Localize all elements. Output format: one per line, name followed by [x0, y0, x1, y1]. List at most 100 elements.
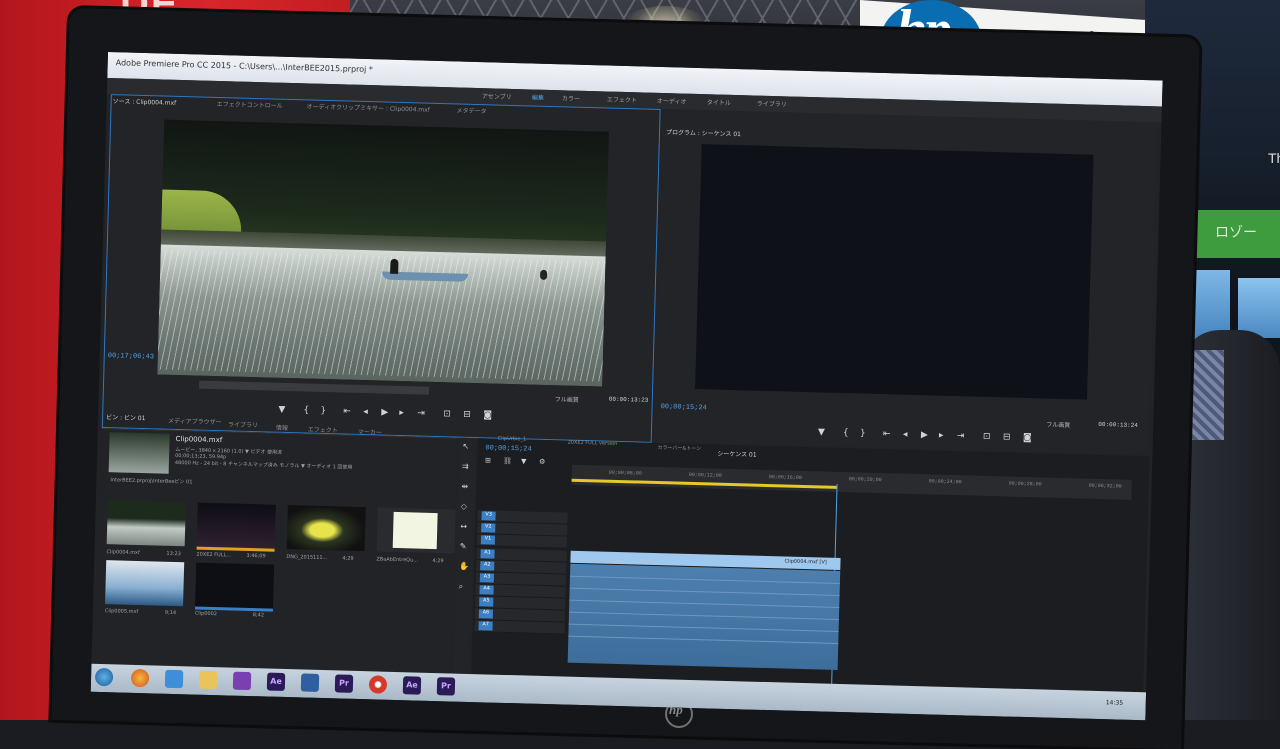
track-label: A5 — [479, 597, 494, 607]
metadata-tab[interactable]: メタデータ — [456, 105, 486, 115]
program-mark-out-icon[interactable]: } — [860, 428, 866, 438]
track-select-tool-icon[interactable]: ⇉ — [462, 462, 469, 471]
program-video-frame — [695, 144, 1094, 400]
info-tab[interactable]: 情報 — [276, 423, 288, 432]
project-item-thumbnail[interactable] — [105, 560, 185, 607]
linked-selection-icon[interactable]: ⛓ — [503, 457, 512, 465]
track-label: V1 — [480, 535, 496, 545]
project-item-thumbnail[interactable] — [286, 505, 366, 552]
project-item-thumbnail[interactable] — [376, 507, 456, 554]
zoom-tool-icon[interactable]: ⌕ — [459, 582, 464, 592]
system-tray-clock[interactable]: 14:35 — [1106, 699, 1123, 706]
project-item-duration: 9;14 — [164, 609, 177, 617]
source-goto-in-icon[interactable]: ⇤ — [343, 406, 351, 416]
source-resolution-select[interactable]: フル画質 — [555, 394, 579, 404]
source-duration: 00:00:13:23 — [608, 395, 649, 404]
program-resolution-select[interactable]: フル画質 — [1046, 420, 1070, 430]
program-extract-icon[interactable]: ⊟ — [1003, 432, 1011, 442]
ruler-timecode: 00;00;28;00 — [1008, 480, 1042, 488]
media-player-icon[interactable] — [232, 671, 252, 691]
source-marker-icon[interactable]: ▼ — [278, 405, 285, 415]
workspace-tab-titles[interactable]: タイトル — [707, 97, 731, 107]
workspace-tab-libraries[interactable]: ライブラリ — [757, 99, 787, 109]
program-goto-in-icon[interactable]: ⇤ — [883, 429, 891, 439]
razor-tool-icon[interactable]: ◇ — [461, 502, 467, 511]
track-label: A7 — [478, 621, 493, 631]
source-overwrite-icon[interactable]: ⊟ — [463, 410, 471, 420]
workspace-tab-assembly[interactable]: アセンブリ — [482, 91, 512, 101]
track-label: V3 — [481, 511, 496, 521]
program-step-forward-icon[interactable]: ▸ — [939, 431, 944, 441]
project-item-duration: 13:23 — [166, 550, 181, 558]
program-play-icon[interactable]: ▶ — [921, 430, 928, 440]
selection-tool-icon[interactable]: ↖ — [462, 442, 469, 451]
project-item-label: Clip0005.mxf — [104, 608, 139, 616]
project-item-thumbnail[interactable] — [194, 562, 275, 612]
track-header-v1[interactable]: V1 — [476, 534, 568, 549]
premiere-pro-icon[interactable]: Pr — [334, 674, 354, 693]
source-step-back-icon[interactable]: ◂ — [363, 407, 368, 417]
project-item-duration: 8;42 — [252, 612, 265, 619]
monitor-screen: Adobe Premiere Pro CC 2015 - C:\Users\..… — [90, 52, 1163, 721]
workspace-tab-audio[interactable]: オーディオ — [657, 96, 687, 106]
project-item-duration: 4;29 — [432, 557, 444, 565]
slip-tool-icon[interactable]: ↔ — [460, 522, 467, 531]
video-rower — [390, 258, 399, 274]
libraries-tab[interactable]: ライブラリ — [228, 419, 258, 429]
project-item-duration: 3:46;09 — [246, 552, 266, 560]
source-video-frame — [157, 119, 610, 387]
timeline-timecode[interactable]: 00;00;15;24 — [485, 444, 531, 453]
project-item-label: 20XE2 FULL... — [196, 551, 232, 559]
source-play-icon[interactable]: ▶ — [381, 408, 388, 418]
green-sign-text: ロゾー — [1215, 224, 1257, 240]
project-item-thumbnail[interactable] — [196, 502, 276, 552]
program-step-back-icon[interactable]: ◂ — [903, 430, 908, 440]
markers-tab[interactable]: マーカー — [358, 427, 382, 437]
after-effects-icon[interactable]: Ae — [266, 672, 286, 692]
program-timecode[interactable]: 00;00;15;24 — [660, 403, 706, 412]
source-export-frame-icon[interactable]: ◙ — [483, 410, 492, 420]
project-item-thumbnail[interactable] — [106, 500, 186, 547]
timeline-tab[interactable]: カラーバー&トーン — [657, 444, 701, 452]
ripple-edit-tool-icon[interactable]: ⇹ — [461, 482, 468, 491]
project-bin-tab[interactable]: ビン : ビン 01 — [106, 412, 146, 422]
premiere-pro-icon-2[interactable]: Pr — [436, 677, 456, 696]
source-insert-icon[interactable]: ⊡ — [443, 409, 451, 419]
program-goto-out-icon[interactable]: ⇥ — [957, 431, 965, 441]
file-explorer-icon[interactable] — [198, 670, 218, 690]
program-export-frame-icon[interactable]: ◙ — [1023, 433, 1032, 443]
track-label: A6 — [478, 609, 494, 619]
program-mark-in-icon[interactable]: { — [843, 428, 849, 438]
source-monitor-tab[interactable]: ソース : Clip0004.mxf — [113, 96, 177, 107]
source-timecode[interactable]: 00;17;06;43 — [108, 352, 154, 361]
pen-tool-icon[interactable]: ✎ — [460, 542, 467, 551]
media-encoder-icon[interactable] — [300, 673, 320, 692]
hand-tool-icon[interactable]: ✋ — [459, 562, 469, 571]
project-item-label: DNG_2015111... — [286, 554, 328, 562]
source-goto-out-icon[interactable]: ⇥ — [417, 409, 425, 419]
source-mark-in-icon[interactable]: { — [303, 405, 309, 415]
after-effects-icon-2[interactable]: Ae — [402, 676, 422, 695]
clip-preview-thumbnail[interactable] — [108, 432, 170, 474]
track-header-a7[interactable]: A7 — [474, 620, 565, 635]
project-item-label: ZBaAbEntreQu... — [376, 556, 419, 564]
workspace-tab-color[interactable]: カラー — [562, 93, 580, 102]
effects-tab[interactable]: エフェクト — [308, 425, 338, 435]
ruler-timecode: 00;00;32;00 — [1088, 482, 1122, 490]
workspace-tab-effects[interactable]: エフェクト — [607, 95, 637, 105]
source-mark-out-icon[interactable]: } — [320, 406, 326, 416]
program-lift-icon[interactable]: ⊡ — [983, 432, 991, 442]
add-marker-icon[interactable]: ▼ — [521, 457, 527, 465]
media-browser-tab[interactable]: メディアブラウザー — [168, 416, 222, 426]
program-marker-icon[interactable]: ▼ — [818, 427, 825, 437]
timeline-settings-icon[interactable]: ⚙ — [539, 458, 545, 466]
timeline-tab-active[interactable]: シーケンス 01 — [717, 449, 756, 459]
source-step-forward-icon[interactable]: ▸ — [399, 408, 404, 418]
internet-explorer-icon[interactable] — [164, 669, 184, 689]
timeline-tab[interactable]: ClipUrbie_1 — [498, 436, 527, 443]
snap-icon[interactable]: ⊞ — [485, 456, 491, 464]
workspace-tab-edit[interactable]: 編集 — [532, 92, 544, 101]
effect-controls-tab[interactable]: エフェクトコントロール — [217, 99, 283, 110]
track-label: A3 — [479, 573, 495, 583]
track-label: V2 — [481, 523, 496, 533]
